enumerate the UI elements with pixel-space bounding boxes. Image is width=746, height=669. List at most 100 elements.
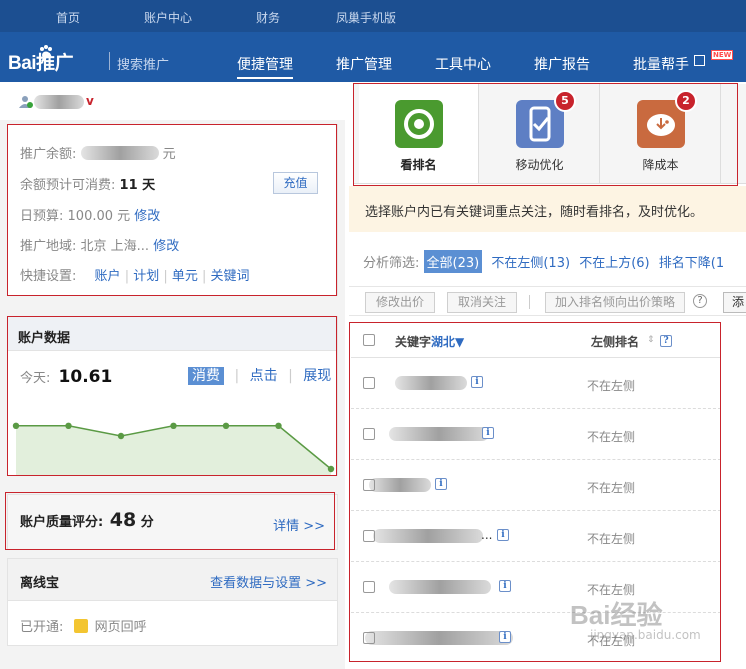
table-row[interactable]: i 不在左侧 [351, 409, 721, 460]
sparkline-area [16, 425, 331, 475]
table-row[interactable]: i 不在左侧 [351, 358, 721, 409]
table-row[interactable]: i 不在左侧 [351, 460, 721, 511]
topbar-link-mobile[interactable]: 凤巢手机版 [336, 9, 396, 26]
sparkline-point [65, 422, 72, 429]
logo-divider [109, 52, 110, 70]
daily-budget-row: 日预算: 100.00 元 修改 [20, 209, 161, 224]
filter-rank-down[interactable]: 排名下降(1 [659, 256, 724, 271]
today-value: 10.61 [58, 367, 113, 387]
topbar-link-account[interactable]: 账户中心 [144, 9, 192, 26]
target-icon [394, 100, 443, 148]
keyword-redacted [369, 478, 431, 492]
offline-title: 离线宝 [20, 576, 60, 591]
col-help-icon[interactable]: ? [660, 335, 672, 347]
account-data-title: 账户数据 [8, 317, 337, 351]
nav-batch-helper[interactable]: 批量帮手 [633, 54, 689, 74]
select-all-checkbox[interactable] [363, 334, 375, 346]
col-left-rank[interactable]: 左侧排名 [591, 333, 639, 350]
sparkline-point [222, 422, 230, 429]
external-link-icon [694, 55, 705, 66]
col-keyword-sort[interactable]: 湖北▼ [431, 333, 464, 350]
topbar-link-finance[interactable]: 财务 [256, 9, 280, 26]
nav-promotion-manage[interactable]: 推广管理 [336, 54, 392, 74]
keyword-info-icon[interactable]: i [497, 529, 509, 541]
add-button[interactable]: 添 [723, 292, 746, 313]
shortcut-account[interactable]: 账户 [95, 269, 121, 284]
metric-tab-impression[interactable]: 展现 [303, 368, 331, 384]
web-callback-icon [73, 619, 88, 633]
consume-days-row: 余额预计可消费: 11 天 [20, 178, 156, 193]
account-data-card: 账户数据 今天: 10.61 消费 | 点击 | 展现 [7, 316, 338, 476]
region-value: 北京 上海... [80, 239, 150, 254]
row-checkbox[interactable] [363, 428, 375, 440]
tool-tabs: 看排名 5 移动优化 2 降成本 [353, 84, 746, 184]
filter-not-left[interactable]: 不在左侧(13) [491, 256, 570, 271]
keyword-redacted [389, 427, 489, 441]
quality-score: 48 [109, 509, 137, 531]
vip-mark: v [86, 94, 94, 108]
table-row[interactable]: ... i 不在左侧 [351, 511, 721, 562]
tab-reduce-cost[interactable]: 2 降成本 [601, 84, 721, 183]
nav-quick-manage[interactable]: 便捷管理 [237, 54, 293, 79]
shortcut-plan[interactable]: 计划 [133, 269, 159, 284]
nav-report[interactable]: 推广报告 [534, 54, 590, 74]
nav-tool-center[interactable]: 工具中心 [435, 54, 491, 74]
row-checkbox[interactable] [363, 581, 375, 593]
keyword-info-icon[interactable]: i [482, 427, 494, 439]
quality-row: 账户质量评分: 48 分 [20, 509, 154, 531]
reduce-cost-badge: 2 [675, 90, 697, 112]
metric-tab-spend[interactable]: 消费 [188, 367, 224, 385]
tab-mobile-optimize[interactable]: 5 移动优化 [480, 84, 600, 183]
recharge-button[interactable]: 充值 [273, 172, 318, 194]
daily-budget-value: 100.00 元 [67, 209, 131, 224]
balance-redacted [80, 146, 159, 160]
sort-icon[interactable]: ⇕ [647, 335, 655, 345]
shortcut-keyword[interactable]: 关键词 [211, 269, 250, 284]
keyword-info-icon[interactable]: i [435, 478, 447, 490]
keyword-redacted [395, 376, 467, 390]
row-checkbox[interactable] [363, 377, 375, 389]
top-bar: 首页 账户中心 财务 凤巢手机版 [0, 0, 746, 32]
sparkline-point [327, 465, 335, 473]
filter-not-top[interactable]: 不在上方(6) [579, 256, 649, 271]
spend-sparkline [12, 422, 335, 475]
username-redacted [34, 95, 84, 109]
new-badge: NEW [711, 50, 734, 60]
tab-check-rank[interactable]: 看排名 [359, 84, 479, 183]
logo-subtitle: 搜索推广 [117, 58, 170, 73]
region-row: 推广地域: 北京 上海... 修改 [20, 239, 180, 254]
user-row: v [0, 82, 345, 120]
table-row[interactable]: i 不在左侧 [351, 562, 721, 613]
sparkline-point [170, 422, 177, 429]
keyword-redacted [389, 580, 491, 594]
topbar-link-home[interactable]: 首页 [56, 9, 80, 26]
col-keyword[interactable]: 关键字 [395, 333, 431, 350]
metric-tab-click[interactable]: 点击 [250, 368, 278, 384]
keyword-info-icon[interactable]: i [471, 376, 483, 388]
offline-settings-link[interactable]: 查看数据与设置 >> [210, 572, 327, 591]
baidu-jingyan-watermark: Bai经验 [570, 600, 663, 630]
shortcut-unit[interactable]: 单元 [172, 269, 198, 284]
table-header: 关键字 湖北▼ 左侧排名 ⇕ ? [351, 322, 721, 358]
budget-edit-link[interactable]: 修改 [134, 209, 160, 224]
cancel-focus-button[interactable]: 取消关注 [447, 292, 517, 313]
keyword-info-icon[interactable]: i [499, 580, 511, 592]
mobile-optimize-badge: 5 [554, 90, 576, 112]
filter-all[interactable]: 全部(23) [423, 250, 483, 273]
sparkline-point [12, 422, 20, 429]
watermark-url: jingyan.baidu.com [590, 628, 701, 642]
analysis-filter: 分析筛选: 全部(23) 不在左侧(13) 不在上方(6) 排名下降(1 [363, 250, 724, 273]
help-icon[interactable]: ? [693, 294, 707, 308]
quality-detail-link[interactable]: 详情 >> [273, 515, 325, 534]
add-strategy-button[interactable]: 加入排名倾向出价策略 [545, 292, 685, 313]
notice-banner: 选择账户内已有关键词重点关注，随时看排名，及时优化。 [349, 186, 746, 232]
action-toolbar: 修改出价 取消关注 加入排名倾向出价策略 ? 添 [349, 286, 746, 316]
consume-days-value: 11 天 [119, 178, 156, 193]
keyword-info-icon[interactable]: i [499, 631, 511, 643]
user-icon [18, 94, 33, 108]
sidebar: v 推广余额: 元 余额预计可消费: 11 天 充值 日预算: 100.00 元… [0, 82, 345, 669]
account-info-card: 推广余额: 元 余额预计可消费: 11 天 充值 日预算: 100.00 元 修… [7, 124, 338, 296]
modify-bid-button[interactable]: 修改出价 [365, 292, 435, 313]
metric-tabs: 消费 | 点击 | 展现 [188, 365, 331, 385]
region-edit-link[interactable]: 修改 [153, 239, 179, 254]
